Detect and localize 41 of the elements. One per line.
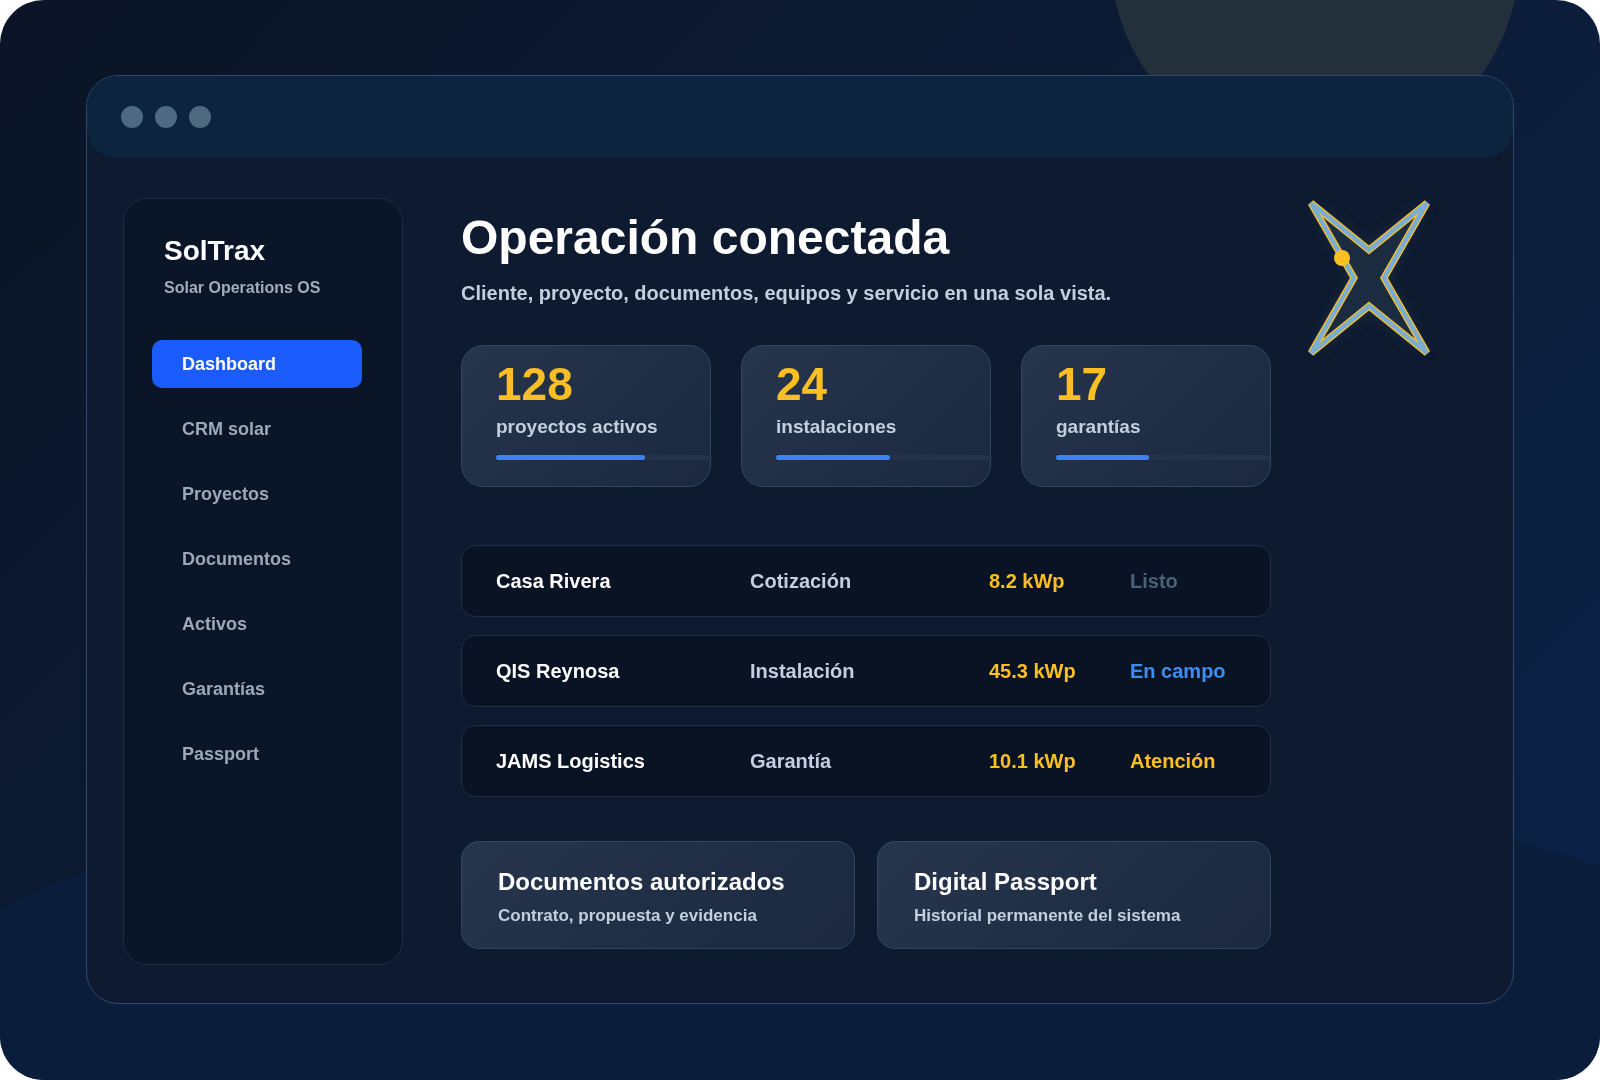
project-status: En campo xyxy=(1130,659,1227,683)
nav-item[interactable]: Garantías xyxy=(152,665,362,713)
project-name: QIS Reynosa xyxy=(496,659,621,683)
brand-tagline: Solar Operations OS xyxy=(164,279,322,297)
page-title: Operación conectada xyxy=(461,214,951,262)
feature-title: Digital Passport xyxy=(914,868,1098,896)
stat-value: 17 xyxy=(1056,358,1109,410)
project-row[interactable]: Casa Rivera Cotización 8.2 kWp Listo xyxy=(461,545,1271,617)
nav-item[interactable]: Dashboard xyxy=(152,340,362,388)
nav-item[interactable]: CRM solar xyxy=(152,405,362,453)
nav-item[interactable]: Proyectos xyxy=(152,470,362,518)
project-name: Casa Rivera xyxy=(496,569,612,593)
nav-item[interactable]: Activos xyxy=(152,600,362,648)
project-row[interactable]: JAMS Logistics Garantía 10.1 kWp Atención xyxy=(461,725,1271,797)
stat-value: 24 xyxy=(776,358,829,410)
stat-label: garantías xyxy=(1056,416,1142,438)
project-stage: Cotización xyxy=(750,569,853,593)
project-power: 45.3 kWp xyxy=(989,659,1077,683)
window-dot[interactable] xyxy=(189,106,211,128)
project-name: JAMS Logistics xyxy=(496,749,646,773)
brand-name: SolTrax xyxy=(164,235,267,267)
project-row[interactable]: QIS Reynosa Instalación 45.3 kWp En campo xyxy=(461,635,1271,707)
stat-label: instalaciones xyxy=(776,416,898,438)
project-power: 8.2 kWp xyxy=(989,569,1066,593)
stat-value: 128 xyxy=(496,358,574,410)
feature-title: Documentos autorizados xyxy=(498,868,786,896)
project-status: Listo xyxy=(1130,569,1179,593)
project-stage: Instalación xyxy=(750,659,856,683)
nav-item[interactable]: Documentos xyxy=(152,535,362,583)
project-power: 10.1 kWp xyxy=(989,749,1077,773)
feature-card[interactable]: Documentos autorizados Contrato, propuesta y evidencia xyxy=(461,841,855,949)
feature-subtitle: Contrato, propuesta y evidencia xyxy=(498,906,758,926)
page-subtitle: Cliente, proyecto, documentos, equipos y servicio en una sola vista. xyxy=(461,282,1113,305)
nav-item[interactable]: Passport xyxy=(152,730,362,778)
window-dot[interactable] xyxy=(121,106,143,128)
feature-card[interactable]: Digital Passport Historial permanente del sistema xyxy=(877,841,1271,949)
project-status: Atención xyxy=(1130,749,1217,773)
stat-label: proyectos activos xyxy=(496,416,659,438)
feature-subtitle: Historial permanente del sistema xyxy=(914,906,1182,926)
project-stage: Garantía xyxy=(750,749,833,773)
window-dot[interactable] xyxy=(155,106,177,128)
